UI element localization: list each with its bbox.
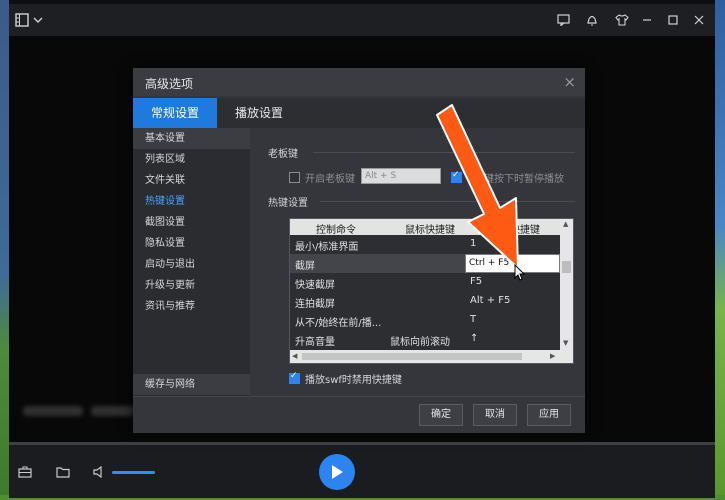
row-keyboard-shortcut: ↑ <box>470 333 479 344</box>
sidebar-item-news[interactable]: 资讯与推荐 <box>133 296 250 317</box>
sidebar-item-file-association[interactable]: 文件关联 <box>133 170 250 191</box>
row-command: 截屏 <box>295 261 315 272</box>
column-header-keyboard[interactable]: 键盘快捷键 <box>490 221 540 236</box>
sidebar-item-hotkeys[interactable]: 热键设置 <box>133 191 250 212</box>
boss-key-enable-label: 开启老板键 <box>305 174 355 185</box>
scroll-up-arrow-icon[interactable]: ▲ <box>563 220 568 228</box>
sidebar-item-basic[interactable]: 基本设置 <box>133 128 250 149</box>
hotkey-section-label: 热键设置 <box>268 198 308 209</box>
pause-on-boss-key-label: 键按下时暂停播放 <box>484 174 564 185</box>
pause-on-boss-key-checkbox[interactable] <box>451 170 462 183</box>
chevron-down-icon[interactable] <box>29 11 47 29</box>
hotkey-table-header: 控制命令 鼠标快捷键 键盘快捷键 <box>290 219 562 236</box>
disable-hotkeys-swf-label: 播放swf时禁用快捷键 <box>305 375 402 386</box>
hotkey-table: 控制命令 鼠标快捷键 键盘快捷键 最小/标准界面 1 截屏 Ctrl + F5 … <box>289 218 574 364</box>
boss-key-section-label: 老板键 <box>268 149 298 160</box>
play-icon <box>332 465 343 479</box>
row-command: 最小/标准界面 <box>295 242 359 253</box>
settings-sidebar: 基本设置 列表区域 文件关联 热键设置 截图设置 隐私设置 启动与退出 升级与更… <box>133 128 250 396</box>
sidebar-item-cache-network[interactable]: 缓存与网络 <box>133 374 250 395</box>
player-titlebar <box>9 4 715 36</box>
scroll-down-arrow-icon[interactable]: ▼ <box>563 339 568 347</box>
vertical-scrollbar[interactable]: ▲ ▼ <box>560 219 573 350</box>
cancel-button[interactable]: 取消 <box>473 404 517 426</box>
maximize-icon[interactable] <box>664 11 682 29</box>
table-row[interactable]: 升高音量 鼠标向前滚动 ↑ <box>290 330 560 349</box>
blurred-video-text <box>23 406 83 416</box>
dialog-titlebar: 高级选项 × <box>133 68 585 96</box>
row-command: 从不/始终在前/播... <box>295 318 382 329</box>
horizontal-scroll-thumb[interactable] <box>302 353 522 360</box>
row-keyboard-shortcut: 1 <box>470 238 477 249</box>
sidebar-item-upgrade[interactable]: 升级与更新 <box>133 275 250 296</box>
keyboard-shortcut-edit-field[interactable]: Ctrl + F5 <box>465 254 560 273</box>
sidebar-item-screenshot[interactable]: 截图设置 <box>133 212 250 233</box>
play-button[interactable] <box>319 454 355 490</box>
vertical-scroll-thumb[interactable] <box>562 261 571 273</box>
horizontal-scrollbar[interactable]: ◀ ▶ <box>290 350 573 363</box>
sidebar-item-startup-exit[interactable]: 启动与退出 <box>133 254 250 275</box>
sidebar-item-privacy[interactable]: 隐私设置 <box>133 233 250 254</box>
table-row[interactable]: 连拍截屏 Alt + F5 <box>290 292 560 311</box>
sidebar-item-list-area[interactable]: 列表区域 <box>133 149 250 170</box>
ok-button[interactable]: 确定 <box>419 404 463 426</box>
dialog-footer: 确定 取消 应用 <box>133 396 585 433</box>
desktop-background-left <box>0 0 9 500</box>
dialog-close-icon[interactable]: × <box>563 73 576 91</box>
column-header-mouse[interactable]: 鼠标快捷键 <box>405 221 455 236</box>
table-row[interactable]: 从不/始终在前/播... T <box>290 311 560 330</box>
apply-button[interactable]: 应用 <box>527 404 571 426</box>
divider <box>313 152 575 153</box>
message-icon[interactable] <box>554 11 572 29</box>
row-command: 升高音量 <box>295 337 335 348</box>
mouse-cursor-icon <box>514 264 526 281</box>
row-keyboard-shortcut: T <box>470 314 477 325</box>
table-row[interactable]: 最小/标准界面 1 <box>290 235 560 254</box>
boss-key-input[interactable]: Alt + S <box>361 168 441 184</box>
row-command: 快速截屏 <box>295 280 335 291</box>
row-mouse-shortcut: 鼠标向前滚动 <box>390 337 450 348</box>
folder-icon[interactable] <box>54 464 72 480</box>
progress-bar[interactable] <box>9 442 715 445</box>
boss-key-checkbox[interactable] <box>289 172 300 183</box>
row-keyboard-shortcut: F5 <box>470 276 483 287</box>
row-keyboard-shortcut: Alt + F5 <box>470 295 511 306</box>
skin-shirt-icon[interactable] <box>613 11 631 29</box>
divider <box>320 201 575 202</box>
scroll-left-arrow-icon[interactable]: ◀ <box>292 352 297 360</box>
column-header-command[interactable]: 控制命令 <box>316 221 356 236</box>
dialog-title: 高级选项 <box>145 77 194 91</box>
tab-general-settings[interactable]: 常规设置 <box>133 98 217 128</box>
bell-icon[interactable] <box>583 11 601 29</box>
close-icon[interactable] <box>690 11 708 29</box>
desktop-background-right <box>715 0 725 500</box>
disable-hotkeys-swf-checkbox[interactable] <box>289 371 300 384</box>
control-bar <box>9 442 715 498</box>
advanced-options-dialog: 高级选项 × 常规设置 播放设置 基本设置 列表区域 文件关联 热键设置 截图设… <box>133 68 585 433</box>
toolbox-icon[interactable] <box>16 464 34 480</box>
dialog-tabs: 常规设置 播放设置 <box>133 98 585 128</box>
row-command: 连拍截屏 <box>295 299 335 310</box>
volume-slider[interactable] <box>112 471 155 474</box>
minimize-icon[interactable] <box>638 11 656 29</box>
tab-playback-settings[interactable]: 播放设置 <box>217 98 301 128</box>
volume-icon[interactable] <box>91 464 109 480</box>
scroll-right-arrow-icon[interactable]: ▶ <box>550 352 555 360</box>
blurred-video-text <box>91 406 135 416</box>
